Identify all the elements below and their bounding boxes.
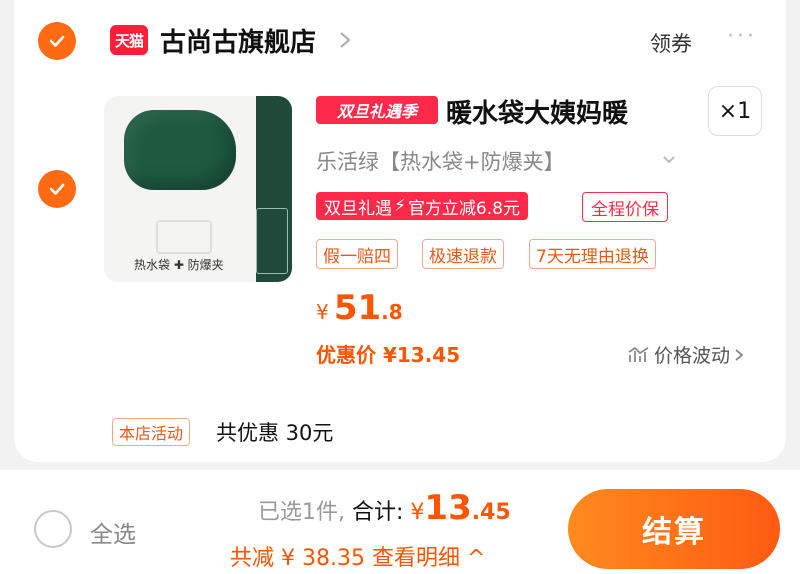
total-currency: ¥ [410,500,425,525]
price-currency: ¥ [316,300,329,324]
packaging-card [256,208,288,274]
official-discount-tag: 双旦礼遇 ⚡ 官方立减6.8元 [316,192,528,220]
total-integer: 13 [424,488,472,528]
hot-water-bag-image [124,110,236,190]
store-name[interactable]: 古尚古旗舰店 [160,22,316,59]
chevron-down-icon[interactable] [662,154,676,166]
checkmark-icon [49,35,65,47]
clip-image [156,220,212,254]
quantity-selector[interactable]: ×1 [708,86,762,136]
total-decimal: .45 [471,500,511,525]
checkout-button[interactable]: 结算 [568,489,780,569]
checkmark-icon [49,183,65,195]
total-label: 合计: [345,500,404,525]
lightning-icon: ⚡ [394,196,406,216]
select-all-label[interactable]: 全选 [90,515,136,549]
service-tag: 假一赔四 [316,239,398,269]
product-thumbnail[interactable]: 热水袋 ✚ 防爆夹 [104,96,292,282]
store-activity-text[interactable]: 共优惠 30元 [216,417,333,447]
store-activity-tag: 本店活动 [112,418,191,446]
item-checkbox[interactable] [38,170,76,208]
price-trend-icon [628,346,649,362]
price-trend-link[interactable]: 价格波动 [628,341,744,368]
deal-price: 优惠价 ¥13.45 [316,343,461,367]
variant-selector[interactable]: 乐活绿【热水袋+防爆夹】 [316,146,565,176]
select-all-checkbox[interactable] [34,510,72,548]
service-tag: 极速退款 [422,239,504,269]
price-decimal: .8 [381,300,403,324]
item-price: ¥ 51.8 [316,288,403,328]
chevron-right-icon [735,348,744,361]
price-trend-label: 价格波动 [654,345,731,367]
thumbnail-caption: 热水袋 ✚ 防爆夹 [134,258,224,272]
price-integer: 51 [333,288,382,328]
tmall-logo: 天猫 [110,25,148,55]
store-checkbox[interactable] [38,22,76,60]
chevron-right-icon[interactable] [338,31,352,49]
coupon-button[interactable]: 领券 [650,28,692,58]
discount-tag-left: 双旦礼遇 [324,198,392,219]
saving-detail-link[interactable]: 共减 ¥ 38.35 查看明细 ^ [230,540,485,572]
order-summary: 已选1件, 合计: ¥13.45 [258,488,511,528]
discount-tag-right: 官方立减6.8元 [407,198,520,219]
service-tag: 7天无理由退换 [529,239,656,269]
promo-season-tag: 双旦礼遇季 [316,96,438,124]
product-title[interactable]: 暖水袋大姨妈暖 [446,93,628,130]
selected-count: 已选1件, [258,500,345,525]
price-protection-tag: 全程价保 [582,192,668,222]
more-options-icon[interactable]: ··· [727,24,757,49]
